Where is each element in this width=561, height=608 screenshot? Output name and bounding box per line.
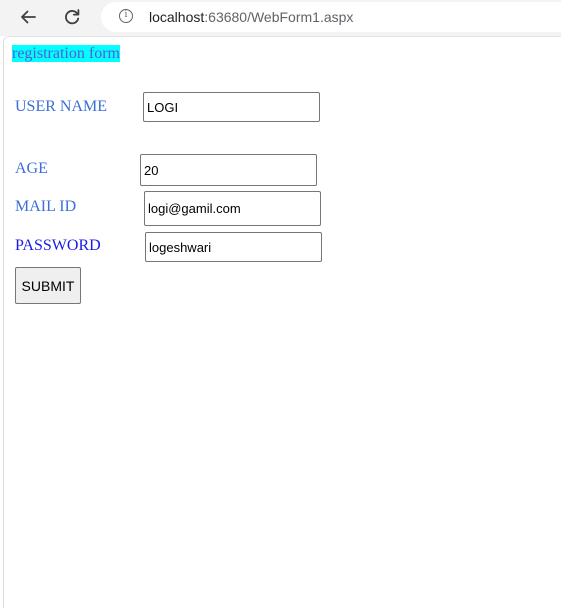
mail-id-input[interactable] (144, 191, 321, 226)
browser-toolbar: i localhost:63680/WebForm1.aspx (0, 0, 561, 36)
age-label: AGE (15, 160, 48, 177)
form-title: registration form (12, 45, 120, 62)
info-icon[interactable]: i (119, 9, 133, 23)
submit-button[interactable]: SUBMIT (15, 267, 81, 304)
reload-button[interactable] (58, 3, 86, 31)
reload-icon (65, 9, 80, 25)
username-label: USER NAME (15, 98, 108, 115)
mail-id-label: MAIL ID (15, 198, 77, 215)
back-button[interactable] (14, 3, 42, 31)
url-path: :63680/WebForm1.aspx (204, 9, 354, 25)
username-input[interactable] (143, 92, 320, 122)
age-input[interactable] (140, 154, 317, 186)
password-input[interactable] (145, 232, 322, 262)
password-label: PASSWORD (15, 237, 101, 254)
back-arrow-icon (21, 10, 36, 24)
address-bar[interactable]: i localhost:63680/WebForm1.aspx (101, 2, 561, 32)
url-text[interactable]: localhost:63680/WebForm1.aspx (149, 9, 353, 25)
url-host: localhost (149, 9, 205, 25)
page-content: registration form USER NAME AGE MAIL ID … (3, 36, 561, 608)
